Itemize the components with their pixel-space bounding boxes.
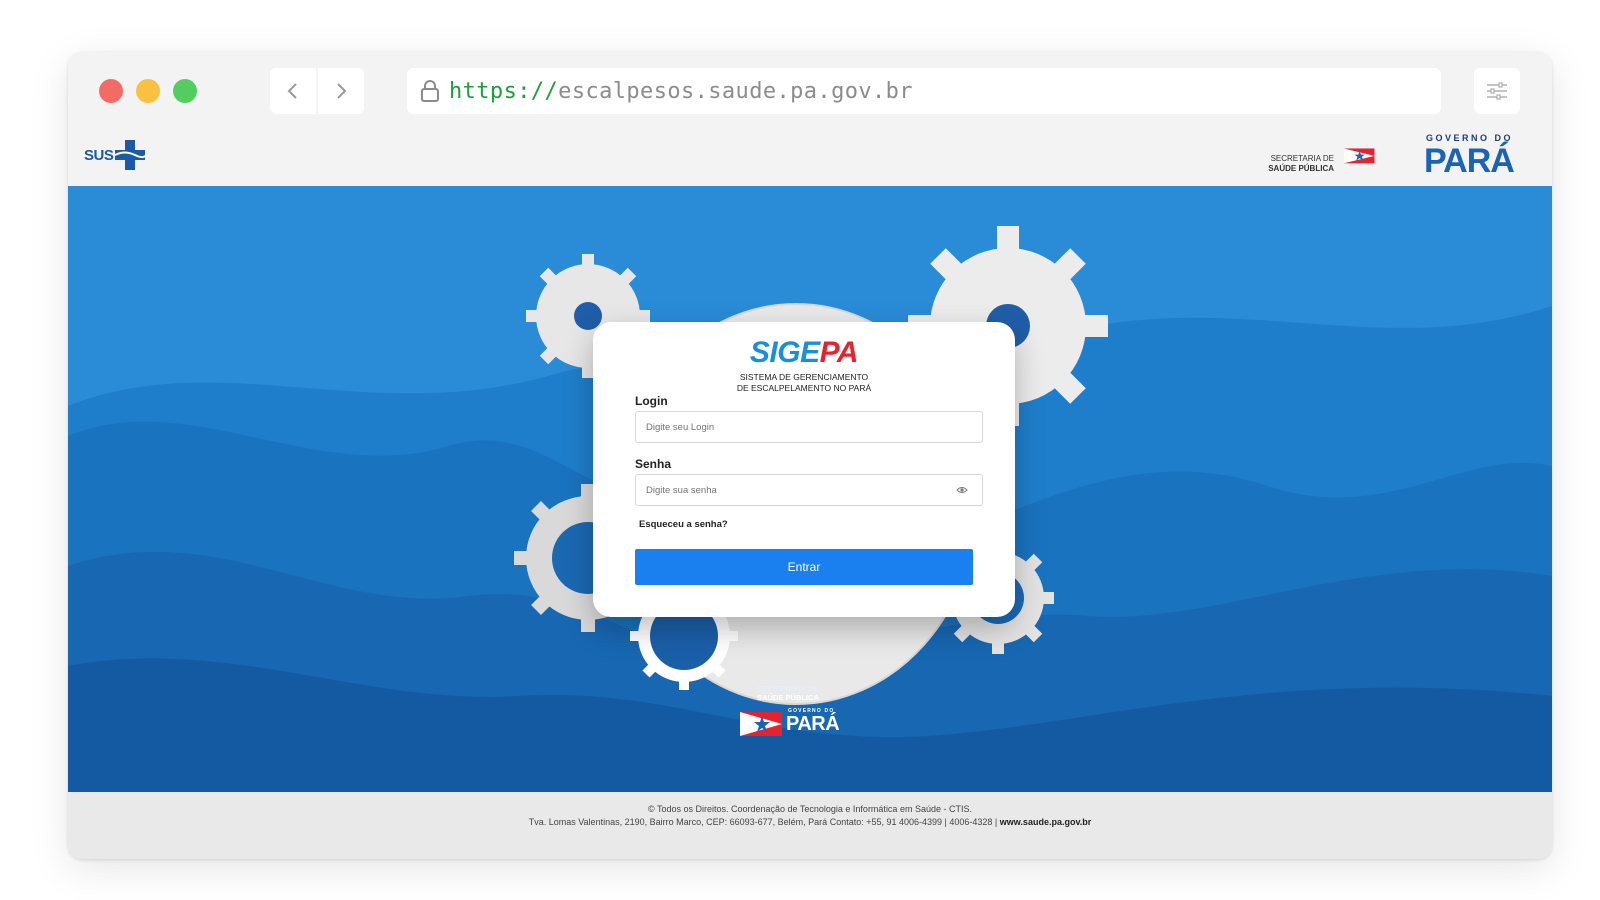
senha-label: Senha xyxy=(635,457,672,471)
lock-icon xyxy=(421,80,439,102)
browser-window: https://escalpesos.saude.pa.gov.br SUS S… xyxy=(68,52,1552,859)
para-label: PARÁ xyxy=(1424,142,1515,180)
hero-background: SIGEPA SISTEMA DE GERENCIAMENTO DE ESCAL… xyxy=(68,186,1552,803)
footer-address-text: Tva. Lomas Valentinas, 2190, Bairro Marc… xyxy=(528,817,998,827)
site-footer: © Todos os Direitos. Coordenação de Tecn… xyxy=(68,792,1552,859)
footer-copyright: © Todos os Direitos. Coordenação de Tecn… xyxy=(648,804,972,814)
site-header: SUS SECRETARIA DE SAÚDE PÚBLICA GOVERNO … xyxy=(68,128,1552,186)
bottom-para-mark: GOVERNO DO PARÁ xyxy=(728,708,848,738)
settings-button[interactable] xyxy=(1474,68,1520,114)
sigepa-logo: SIGEPA xyxy=(593,336,1015,370)
para-flag-icon xyxy=(740,712,782,736)
url-host: escalpesos.saude.pa.gov.br xyxy=(558,78,913,104)
sliders-icon xyxy=(1487,82,1507,100)
login-card: SIGEPA SISTEMA DE GERENCIAMENTO DE ESCAL… xyxy=(593,322,1015,617)
url-scheme: https:// xyxy=(449,78,559,104)
eye-icon[interactable] xyxy=(956,485,968,495)
brand-part2: PA xyxy=(819,336,859,369)
minimize-window-button[interactable] xyxy=(136,79,160,103)
login-input[interactable] xyxy=(635,411,983,443)
browser-toolbar: https://escalpesos.saude.pa.gov.br xyxy=(68,52,1552,128)
footer-address: Tva. Lomas Valentinas, 2190, Bairro Marc… xyxy=(68,817,1552,827)
forgot-password-link[interactable]: Esqueceu a senha? xyxy=(639,519,728,530)
bottom-secretaria-line2: SAÚDE PÚBLICA xyxy=(728,693,848,702)
address-bar[interactable]: https://escalpesos.saude.pa.gov.br xyxy=(407,68,1441,114)
chevron-right-icon xyxy=(337,83,347,99)
secretaria-label: SECRETARIA DE SAÚDE PÚBLICA xyxy=(1264,154,1334,174)
bottom-para-label: PARÁ xyxy=(786,713,840,735)
bottom-government-logo: SECRETARIA DE SAÚDE PÚBLICA GOVERNO DO P… xyxy=(728,684,848,744)
sus-cross-icon xyxy=(114,140,148,170)
sus-logo-text: SUS xyxy=(84,146,114,164)
maximize-window-button[interactable] xyxy=(173,79,197,103)
brand-part1: SIGE xyxy=(749,336,820,369)
chevron-left-icon xyxy=(287,83,297,99)
footer-website-link[interactable]: www.saude.pa.gov.br xyxy=(1000,817,1092,827)
subtitle-line2: DE ESCALPELAMENTO NO PARÁ xyxy=(736,383,872,393)
sus-logo: SUS xyxy=(84,138,148,172)
bottom-secretaria-line2-text: SAÚDE PÚBLICA xyxy=(757,693,819,702)
forward-button[interactable] xyxy=(318,68,364,114)
bottom-secretaria-line1: SECRETARIA DE xyxy=(758,684,818,693)
url-text: https://escalpesos.saude.pa.gov.br xyxy=(449,79,913,104)
senha-input[interactable] xyxy=(635,474,983,506)
subtitle-line1: SISTEMA DE GERENCIAMENTO xyxy=(739,372,869,382)
back-button[interactable] xyxy=(270,68,316,114)
login-label: Login xyxy=(635,394,668,408)
system-subtitle: SISTEMA DE GERENCIAMENTO DE ESCALPELAMEN… xyxy=(593,372,1015,394)
secretaria-line1: SECRETARIA DE xyxy=(1270,154,1334,163)
para-flag-icon xyxy=(1344,148,1375,164)
secretaria-line2: SAÚDE PÚBLICA xyxy=(1268,164,1334,173)
close-window-button[interactable] xyxy=(99,79,123,103)
entrar-button[interactable]: Entrar xyxy=(635,549,973,585)
